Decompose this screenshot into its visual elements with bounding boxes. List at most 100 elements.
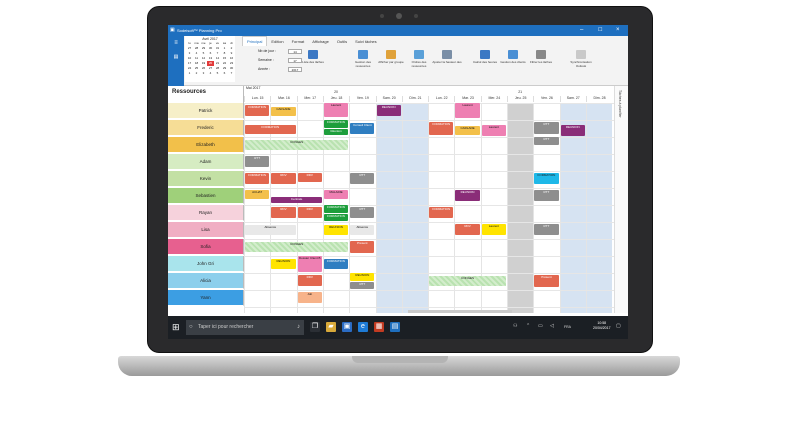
planning-event[interactable]: Laurent [481, 125, 506, 136]
planning-event[interactable]: FORMATION [245, 125, 296, 135]
mini-calendar-grid[interactable]: lu ma me je ve sa di 27 28 29 30 31 1 2 3 4 5 6 7 8 9 10 11 12 1… [186, 41, 235, 76]
planning-event[interactable]: Laurent [323, 103, 349, 118]
planning-event[interactable]: ACHAT [245, 189, 270, 199]
taskbar-search[interactable]: ○ Taper ici pour rechercher ♪ [186, 320, 304, 335]
volume-icon[interactable]: ◁ [550, 323, 554, 329]
planning-event[interactable]: Dossier Client B [297, 256, 322, 272]
ribbon-button[interactable]: Gestion des clients [498, 50, 528, 65]
planning-event[interactable]: FORMATION [245, 104, 270, 117]
calendar-day[interactable]: 2 [193, 71, 200, 76]
calendar-day[interactable]: 6 [221, 71, 228, 76]
maximize-icon[interactable]: ☐ [598, 27, 602, 33]
mini-calendar[interactable]: Avril 2017 lu ma me je ve sa di 27 28 29 30 31 1 2 3 4 5… [185, 36, 235, 82]
planning-event[interactable]: RDV [455, 223, 480, 236]
planning-event[interactable]: RTT [245, 155, 270, 168]
planning-event[interactable]: RDV [297, 206, 322, 219]
planning-event[interactable]: RTT [350, 172, 375, 185]
planning-event[interactable]: RDV [297, 172, 322, 182]
planning-event[interactable]: FORMATION [323, 213, 349, 221]
planning-grid[interactable]: Mai 2017 20 21 Lun. 15 Mar. 16 Mer. 17 Jeu. 1… [244, 86, 614, 313]
day-header[interactable]: Jeu. 25 [507, 96, 533, 102]
day-header[interactable]: Dim. 21 [401, 96, 428, 102]
planning-event[interactable]: RTT [350, 206, 375, 219]
planning-event[interactable]: REUNION [271, 258, 296, 270]
ribbon-button[interactable]: Filtrer les tâches [526, 50, 556, 65]
planning-event[interactable]: RTT [350, 281, 375, 289]
planning-event[interactable]: REUNION [376, 104, 401, 116]
close-icon[interactable]: × [616, 27, 620, 33]
day-header[interactable]: Jeu. 18 [322, 96, 349, 102]
planning-event[interactable]: FORMATION [323, 258, 349, 270]
tab-suivi-taches[interactable]: Suivi tâches [351, 37, 381, 46]
planning-event[interactable]: RDV [271, 172, 296, 185]
planning-event[interactable]: FORMATION [245, 172, 270, 185]
planning-event[interactable]: FORMATION [429, 206, 454, 219]
tab-outils[interactable]: Outils [333, 37, 351, 46]
day-header[interactable]: Lun. 15 [244, 96, 270, 102]
planning-event[interactable]: FORMATION [429, 121, 454, 136]
chevron-up-icon[interactable]: ⌃ [526, 323, 530, 329]
planning-event[interactable]: FORMATION [323, 120, 349, 128]
planning-event[interactable]: CARLADE [271, 107, 296, 117]
language-indicator[interactable]: FRA [564, 325, 571, 329]
planning-event[interactable]: RDV [271, 206, 296, 219]
day-header[interactable]: Mer. 17 [296, 96, 323, 102]
ribbon-button[interactable]: Ajuster la hauteur des [432, 50, 462, 65]
planning-event[interactable]: Présent [350, 240, 375, 254]
side-panel[interactable]: Tâches à planifier [614, 86, 628, 313]
ribbon-button[interactable]: Afficher par groupe [376, 50, 406, 65]
planning-event[interactable]: Absence [245, 224, 296, 236]
tab-edition[interactable]: Edition [267, 37, 287, 46]
planning-event[interactable]: Laurent [455, 103, 480, 119]
planning-event[interactable]: REUNION [350, 273, 375, 281]
planning-event[interactable]: Présent [534, 274, 559, 288]
resource-row[interactable]: Kevin [168, 171, 244, 187]
resource-row[interactable]: Rayan [168, 205, 244, 221]
calendar-day[interactable]: 4 [207, 71, 214, 76]
file-explorer-icon[interactable]: ▰ [326, 322, 336, 332]
ribbon-button[interactable]: Synchronisation Outlook [566, 50, 596, 68]
day-header[interactable]: Mer. 24 [480, 96, 507, 102]
day-header[interactable]: Sam. 27 [559, 96, 586, 102]
day-header[interactable]: Mar. 16 [270, 96, 296, 102]
clock[interactable]: 10:58 20/04/2017 [593, 321, 611, 331]
minimize-icon[interactable]: – [580, 27, 583, 33]
resource-row[interactable]: Elizabeth [168, 137, 244, 153]
resource-row[interactable]: John Gri [168, 256, 244, 272]
planning-event[interactable]: Centrale [271, 197, 322, 204]
planning-event[interactable]: FORMATION [534, 172, 559, 185]
people-icon[interactable]: ⚇ [513, 323, 517, 329]
planning-event[interactable]: CONGES [245, 139, 349, 151]
resource-row[interactable]: Alicia [168, 273, 244, 289]
day-header[interactable]: Ven. 19 [349, 96, 375, 102]
calendar-view-icon[interactable]: ▤ [172, 54, 180, 60]
planning-event[interactable]: Laurent [481, 223, 506, 236]
planning-event[interactable]: REUNION [560, 125, 585, 136]
notifications-icon[interactable]: ▢ [616, 323, 621, 329]
windows-start-icon[interactable]: ⊞ [172, 322, 182, 332]
planning-event[interactable]: CONGES [429, 275, 506, 287]
calendar-day[interactable]: 3 [200, 71, 207, 76]
day-header[interactable]: Sam. 20 [375, 96, 402, 102]
ribbon-button[interactable]: Calcul des heures [470, 50, 500, 65]
planning-event[interactable]: REUNION [323, 224, 349, 236]
task-view-icon[interactable]: ❐ [310, 322, 320, 332]
planning-event[interactable]: RTT [534, 137, 559, 145]
planning-app-icon[interactable]: ▤ [390, 322, 400, 332]
resource-row[interactable]: Yann [168, 290, 244, 306]
planning-event[interactable]: Conseil Client [350, 123, 375, 135]
calendar-day[interactable]: 1 [186, 71, 193, 76]
day-header[interactable]: Dim. 28 [585, 96, 612, 102]
office-icon[interactable]: ▦ [374, 322, 384, 332]
planning-event[interactable]: REUNION [455, 189, 480, 202]
planning-event[interactable]: Réunion [323, 128, 349, 136]
day-header[interactable]: Lun. 22 [428, 96, 454, 102]
resource-row[interactable]: Sebastien [168, 188, 244, 204]
resource-row[interactable]: Patrick [168, 103, 244, 119]
planning-event[interactable]: FORMATION [323, 205, 349, 213]
microphone-icon[interactable]: ♪ [297, 320, 300, 335]
planning-event[interactable]: RTT [534, 223, 559, 236]
network-icon[interactable]: ▭ [538, 323, 543, 329]
ribbon-button[interactable]: Ordres des ressources [404, 50, 434, 68]
tab-affichage[interactable]: Affichage [308, 37, 333, 46]
